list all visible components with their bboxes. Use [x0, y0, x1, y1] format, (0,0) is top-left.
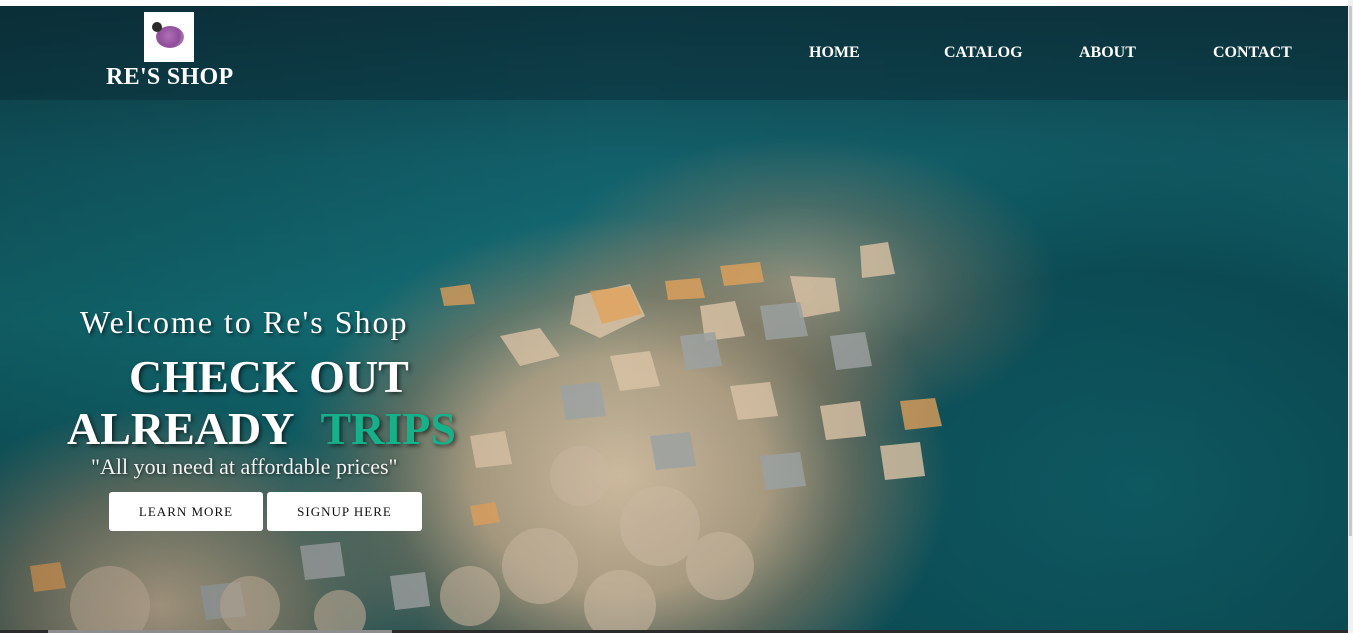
top-navigation-bar: RE'S SHOP HOME CATALOG ABOUT CONTACT [0, 6, 1348, 100]
headline-prefix: ALREADY [67, 403, 295, 454]
logo-dot-icon [152, 22, 162, 32]
signup-button[interactable]: SIGNUP HERE [267, 492, 422, 531]
headline-line-1: CHECK OUT [129, 351, 409, 402]
nav-home-link[interactable]: HOME [809, 44, 860, 62]
nav-contact-link[interactable]: CONTACT [1213, 44, 1292, 62]
nav-about-link[interactable]: ABOUT [1079, 44, 1136, 62]
hero-section: RE'S SHOP HOME CATALOG ABOUT CONTACT Wel… [0, 6, 1348, 630]
brand-logo[interactable] [144, 12, 194, 62]
page: RE'S SHOP HOME CATALOG ABOUT CONTACT Wel… [0, 0, 1353, 633]
nav-catalog-link[interactable]: CATALOG [944, 44, 1023, 62]
brand-name[interactable]: RE'S SHOP [106, 64, 233, 91]
headline-line-2: ALREADY TRIPS [67, 402, 456, 455]
tagline: "All you need at affordable prices" [91, 454, 398, 479]
welcome-heading: Welcome to Re's Shop [80, 304, 409, 340]
learn-more-button[interactable]: LEARN MORE [109, 492, 263, 531]
vertical-scrollbar-thumb[interactable] [1349, 6, 1352, 536]
headline-accent-word: TRIPS [320, 403, 456, 454]
